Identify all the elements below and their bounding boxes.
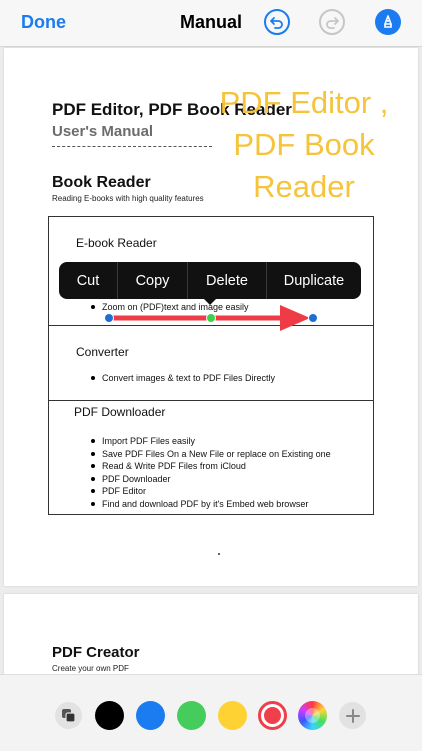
redo-icon[interactable] bbox=[319, 9, 345, 35]
list-item: PDF Editor bbox=[89, 485, 331, 498]
done-button[interactable]: Done bbox=[21, 12, 66, 33]
list-item: Read & Write PDF Files from iCloud bbox=[89, 460, 331, 473]
layers-icon[interactable] bbox=[55, 702, 82, 729]
section-heading: PDF Creator bbox=[52, 644, 140, 661]
context-menu: Cut Copy Delete Duplicate bbox=[59, 262, 361, 299]
bullet-list: Import PDF Files easily Save PDF Files O… bbox=[89, 435, 331, 511]
list-item: PDF Downloader bbox=[89, 473, 331, 486]
doc-subtitle: User's Manual bbox=[52, 123, 154, 140]
add-icon[interactable] bbox=[339, 702, 366, 729]
list-item: Find and download PDF by it's Embed web … bbox=[89, 498, 331, 511]
list-item: Convert images & text to PDF Files Direc… bbox=[89, 372, 275, 385]
annotation-line: PDF Book bbox=[233, 127, 375, 162]
section-description: Reading E-books with high quality featur… bbox=[52, 194, 204, 203]
table-row-divider bbox=[49, 400, 373, 401]
feature-table: E-book Reader Zoom on (PDF)text and imag… bbox=[48, 216, 374, 515]
cut-menu-item[interactable]: Cut bbox=[59, 262, 118, 299]
duplicate-menu-item[interactable]: Duplicate bbox=[267, 262, 361, 299]
color-picker-icon[interactable] bbox=[298, 701, 327, 730]
color-swatch-black[interactable] bbox=[95, 701, 124, 730]
markup-pen-icon[interactable] bbox=[375, 9, 401, 35]
table-cell-title: E-book Reader bbox=[76, 236, 157, 250]
annotation-line: Reader bbox=[253, 169, 355, 204]
color-swatch-red-selected[interactable] bbox=[258, 701, 287, 730]
list-item: Import PDF Files easily bbox=[89, 435, 331, 448]
page-dot bbox=[218, 553, 220, 555]
list-item: Save PDF Files On a New File or replace … bbox=[89, 448, 331, 461]
annotation-line: PDF Editor , bbox=[219, 85, 389, 120]
section-description: Create your own PDF bbox=[52, 664, 129, 673]
start-handle[interactable] bbox=[104, 313, 114, 323]
color-swatch-blue[interactable] bbox=[136, 701, 165, 730]
color-swatch-yellow[interactable] bbox=[218, 701, 247, 730]
bullet-list: Convert images & text to PDF Files Direc… bbox=[89, 372, 275, 385]
copy-menu-item[interactable]: Copy bbox=[118, 262, 188, 299]
divider bbox=[52, 146, 212, 147]
markup-toolbar bbox=[0, 674, 422, 751]
section-heading: Book Reader bbox=[52, 174, 151, 191]
end-handle[interactable] bbox=[308, 313, 318, 323]
midpoint-handle[interactable] bbox=[206, 313, 216, 323]
text-annotation[interactable]: PDF Editor , PDF Book Reader bbox=[195, 82, 413, 208]
context-menu-pointer bbox=[203, 298, 217, 305]
navigation-bar: Done Manual bbox=[0, 0, 422, 47]
color-swatch-green[interactable] bbox=[177, 701, 206, 730]
table-cell-title: Converter bbox=[76, 345, 129, 359]
delete-menu-item[interactable]: Delete bbox=[188, 262, 267, 299]
undo-icon[interactable] bbox=[264, 9, 290, 35]
arrow-head bbox=[280, 305, 310, 331]
table-cell-title: PDF Downloader bbox=[74, 405, 166, 419]
